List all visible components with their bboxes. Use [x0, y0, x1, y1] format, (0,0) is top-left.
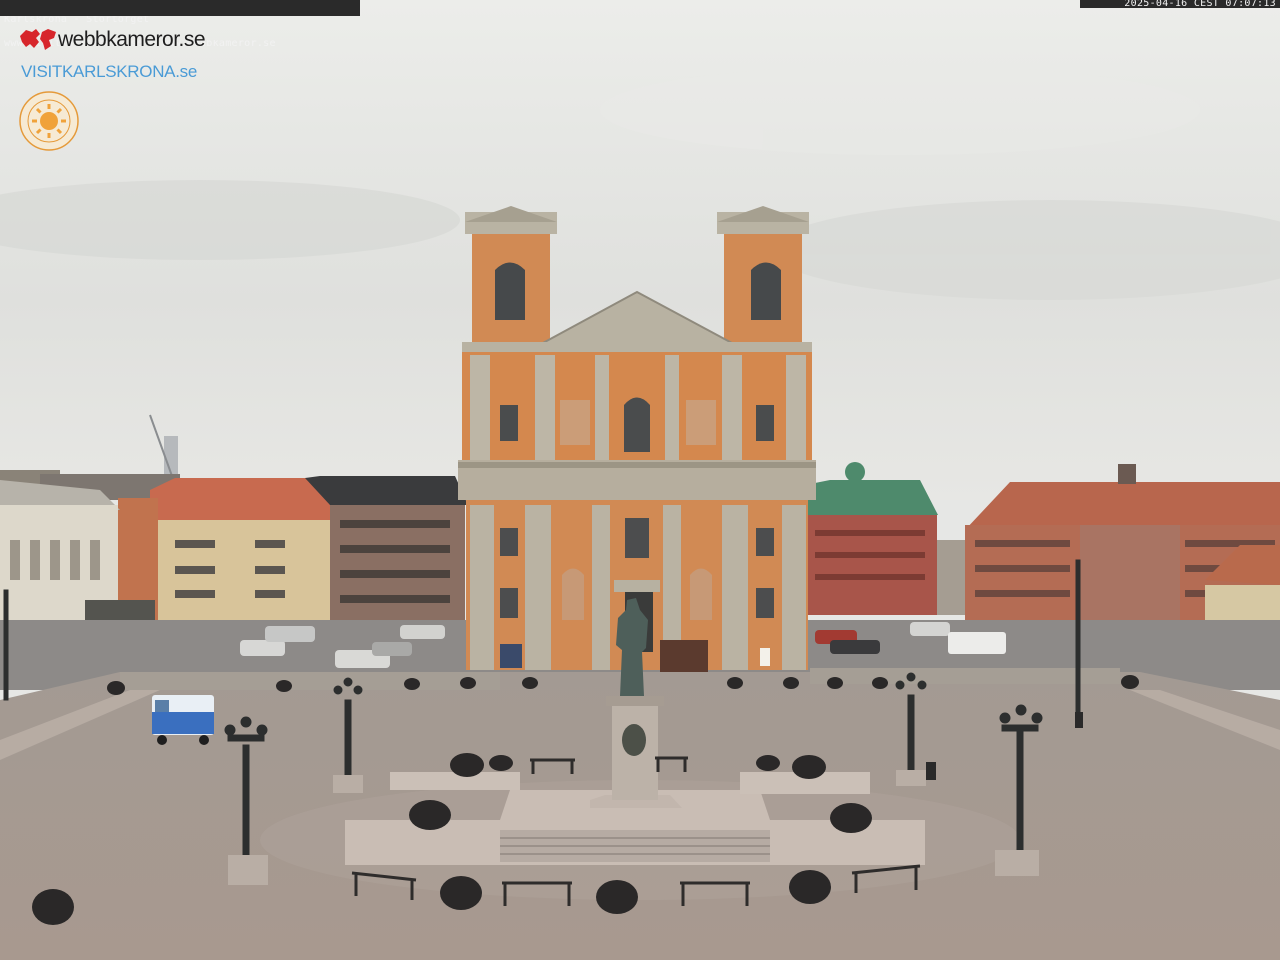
world-map-icon [20, 29, 56, 50]
distant-tower [164, 436, 178, 476]
webcam-caption: Karlskrona - Stortorget www.visitkarlskr… [0, 0, 360, 48]
caption-location: Karlskrona - Stortorget [4, 16, 150, 24]
trash-bin [926, 762, 936, 780]
visit-name: KARLSKRONA [62, 62, 176, 81]
webbkameror-text: webbkameror.se [58, 28, 206, 51]
webbkameror-logo: webbkameror.se [18, 26, 206, 54]
visit-suffix: .se [175, 62, 197, 81]
sun-seal-icon [19, 91, 79, 151]
visitkarlskrona-logo: VISITKARLSKRONA.se [21, 62, 197, 82]
visit-prefix: VISIT [21, 62, 63, 81]
webcam-scene [0, 0, 1280, 960]
trash-bin [1075, 712, 1083, 728]
webcam-timestamp: 2025-04-16 CEST 07:07:13 [1080, 0, 1280, 9]
